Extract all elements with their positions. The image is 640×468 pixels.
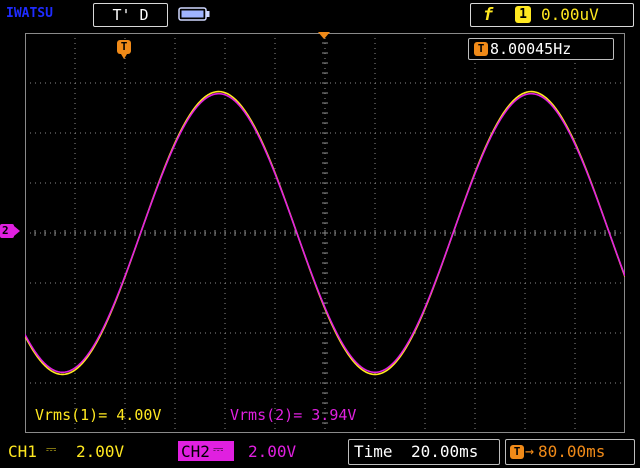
top-status-bar: IWATSU T' D f 1 0.00uV xyxy=(0,0,640,30)
ch1-label[interactable]: CH1 xyxy=(8,442,37,461)
trigger-marker-pointer xyxy=(121,54,127,59)
frequency-readout: T 8.00045Hz xyxy=(468,38,614,60)
dc-coupling-icon: ⎓ xyxy=(213,442,224,457)
battery-icon xyxy=(178,7,210,21)
time-value: 20.00ms xyxy=(411,442,479,461)
trigger-level-value: 0.00uV xyxy=(541,5,599,24)
rising-edge-icon: f xyxy=(483,5,494,25)
brand-logo: IWATSU xyxy=(6,6,53,21)
timebase-readout[interactable]: Time 20.00ms xyxy=(348,439,500,465)
dc-coupling-icon: ⎓ xyxy=(46,442,57,457)
arrow-right-icon: → xyxy=(525,442,535,460)
measurement-vrms-ch2: Vrms(2)= 3.94V xyxy=(230,406,357,424)
graticule xyxy=(25,33,625,433)
channel-marker-pointer xyxy=(14,226,20,236)
ch2-label[interactable]: CH2 xyxy=(181,442,210,461)
measurement-vrms-ch1: Vrms(1)= 4.00V xyxy=(35,406,162,424)
frequency-value: 8.00045Hz xyxy=(490,40,572,58)
position-value: 80.00ms xyxy=(538,442,606,461)
trigger-badge-icon: T xyxy=(510,445,524,459)
channel-ground-marker[interactable]: 2 xyxy=(0,224,14,238)
trigger-settings[interactable]: f 1 0.00uV xyxy=(470,3,634,27)
ch2-scale[interactable]: 2.00V xyxy=(248,442,296,461)
trigger-badge-icon: T xyxy=(474,42,488,56)
acquisition-mode-indicator[interactable]: T' D xyxy=(93,3,168,27)
time-center-marker xyxy=(318,32,330,39)
horizontal-position-readout[interactable]: T → 80.00ms xyxy=(505,439,635,465)
bottom-status-bar: CH1 ⎓ 2.00V CH2 ⎓ 2.00V Time 20.00ms T →… xyxy=(0,436,640,468)
waveform-display[interactable] xyxy=(25,33,625,433)
time-label: Time xyxy=(354,442,393,461)
trigger-position-marker[interactable]: T xyxy=(117,40,131,54)
ch1-scale[interactable]: 2.00V xyxy=(76,442,124,461)
trigger-source-badge: 1 xyxy=(515,6,531,23)
